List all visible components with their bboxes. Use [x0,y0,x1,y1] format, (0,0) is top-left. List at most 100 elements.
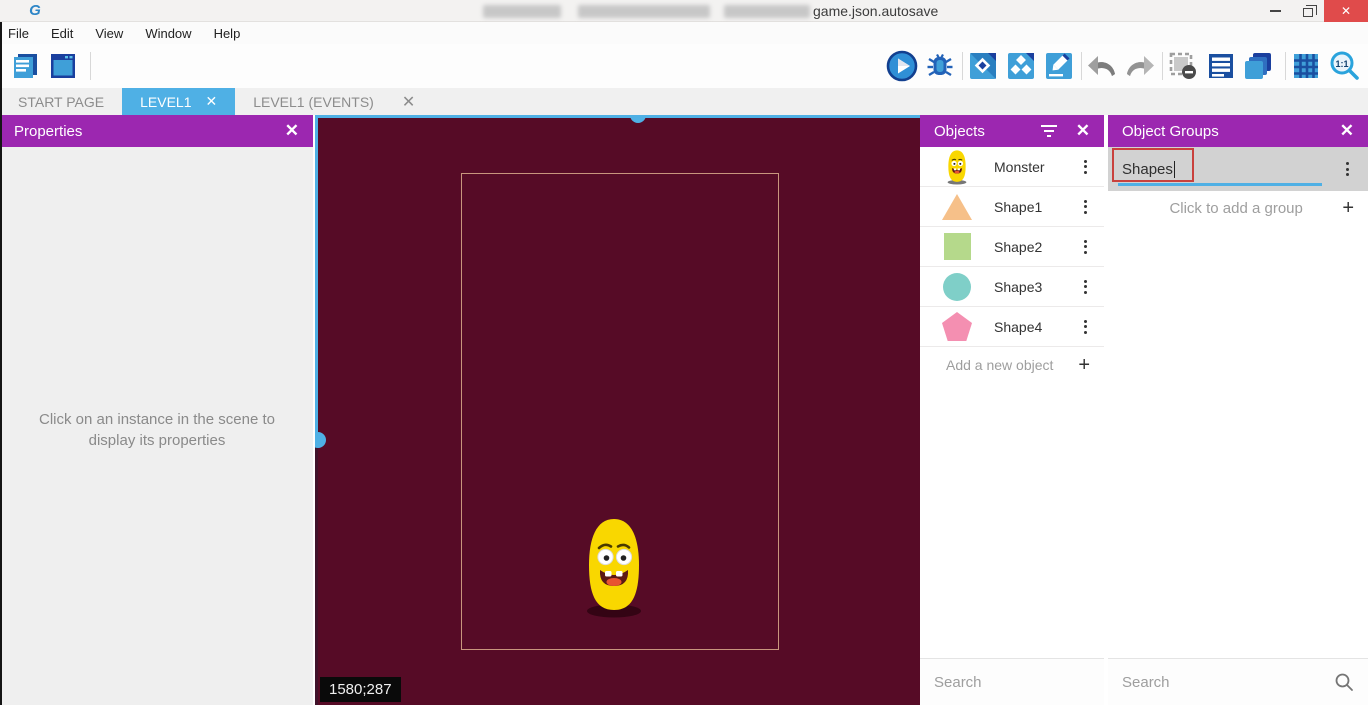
menu-edit[interactable]: Edit [40,22,84,44]
restore-button[interactable] [1292,0,1324,22]
pentagon-thumbnail-icon [942,310,972,344]
grid-icon[interactable] [1290,50,1322,82]
vertical-scrollbar[interactable] [315,115,318,440]
edit-object-groups-icon[interactable] [1005,50,1037,82]
toolbar-separator [1162,52,1163,80]
object-row-monster[interactable]: Monster [920,147,1104,187]
scene-canvas[interactable]: 1580;287 [315,115,920,705]
tab-level1-events-close-icon[interactable]: ✕ [392,88,425,115]
object-label: Shape4 [994,319,1078,335]
groups-search-bar [1108,658,1368,705]
tab-start-page-label: START PAGE [18,94,104,110]
add-group-hint: Click to add a group [1108,200,1342,217]
horizontal-scrollbar[interactable] [315,115,920,118]
objects-search-input[interactable] [934,674,1133,691]
group-name-edit-row: Shapes [1108,147,1368,191]
monster-instance[interactable] [581,515,647,619]
svg-text:1:1: 1:1 [1335,59,1348,69]
menu-window[interactable]: Window [134,22,202,44]
close-button[interactable]: ✕ [1324,0,1368,22]
minimize-icon [1270,10,1281,12]
objects-close-icon[interactable]: ✕ [1076,121,1090,141]
minimize-button[interactable] [1258,0,1292,22]
menu-bar: File Edit View Window Help [0,22,1368,44]
group-menu-icon[interactable] [1340,160,1354,179]
object-label: Shape2 [994,239,1078,255]
gdevelop-logo-icon: G [26,2,44,20]
add-group-row[interactable]: Click to add a group + [1108,191,1368,225]
object-menu-icon[interactable] [1078,277,1092,296]
object-row-shape4[interactable]: Shape4 [920,307,1104,347]
zoom-original-icon[interactable]: 1:1 [1328,50,1360,82]
object-row-shape1[interactable]: Shape1 [920,187,1104,227]
objects-search-bar [920,658,1104,705]
object-label: Monster [994,159,1078,175]
plus-icon[interactable]: + [1078,354,1090,377]
input-focus-underline [1118,183,1322,186]
redacted-title-segment [483,5,561,18]
project-manager-icon[interactable] [9,50,41,82]
play-icon[interactable] [886,50,918,82]
vertical-scrollbar-track[interactable] [315,440,318,705]
objects-panel: Objects ✕ Monster [920,115,1104,705]
properties-panel: Properties ✕ Click on an instance in the… [0,115,313,705]
objects-panel-header: Objects ✕ [920,115,1104,147]
object-menu-icon[interactable] [1078,317,1092,336]
object-menu-icon[interactable] [1078,157,1092,176]
properties-empty-hint: Click on an instance in the scene to dis… [16,409,298,451]
tab-level1-events-label: LEVEL1 (EVENTS) [253,94,374,110]
annotation-highlight-box [1112,148,1194,182]
main-content: Properties ✕ Click on an instance in the… [0,115,1368,705]
object-groups-close-icon[interactable]: ✕ [1340,121,1354,141]
object-label: Shape1 [994,199,1078,215]
undo-icon[interactable] [1086,50,1118,82]
edit-scene-properties-icon[interactable] [1043,50,1075,82]
properties-panel-title: Properties [14,123,82,140]
toolbar-separator [1285,52,1286,80]
circle-thumbnail-icon [942,270,972,304]
title-bar: G game.json.autosave ✕ [0,0,1368,22]
cursor-coordinates: 1580;287 [320,677,401,702]
redo-icon[interactable] [1124,50,1156,82]
plus-icon[interactable]: + [1342,197,1354,220]
object-groups-panel: Object Groups ✕ Shapes Click to add a gr… [1108,115,1368,705]
layers-icon[interactable] [1242,50,1274,82]
object-groups-panel-title: Object Groups [1122,123,1219,140]
groups-search-input[interactable] [1122,674,1334,691]
menu-help[interactable]: Help [203,22,252,44]
object-groups-panel-header: Object Groups ✕ [1108,115,1368,147]
horizontal-scrollbar-handle[interactable] [630,115,646,123]
redacted-title-segment [724,5,810,18]
toolbar-separator [1081,52,1082,80]
triangle-thumbnail-icon [942,190,972,224]
restore-icon [1303,8,1313,17]
start-page-icon[interactable] [47,50,79,82]
tab-level1[interactable]: LEVEL1 ✕ [122,88,235,115]
window-title: game.json.autosave [813,3,938,19]
object-row-shape3[interactable]: Shape3 [920,267,1104,307]
tab-start-page[interactable]: START PAGE [0,88,122,115]
instances-list-icon[interactable] [1205,50,1237,82]
menu-view[interactable]: View [84,22,134,44]
toolbar-separator [90,52,91,80]
search-icon [1334,672,1354,692]
properties-panel-header: Properties ✕ [0,115,313,147]
edit-objects-icon[interactable] [967,50,999,82]
properties-close-icon[interactable]: ✕ [285,121,299,141]
tab-level1-close-icon[interactable]: ✕ [205,93,217,110]
vertical-scrollbar-handle[interactable] [315,432,326,448]
object-menu-icon[interactable] [1078,197,1092,216]
object-row-shape2[interactable]: Shape2 [920,227,1104,267]
redacted-title-segment [578,5,710,18]
menu-file[interactable]: File [0,22,40,44]
tab-level1-events[interactable]: LEVEL1 (EVENTS) [235,88,392,115]
object-menu-icon[interactable] [1078,237,1092,256]
object-label: Shape3 [994,279,1078,295]
clear-selection-icon[interactable] [1167,50,1199,82]
add-object-label: Add a new object [946,357,1078,373]
tab-level1-label: LEVEL1 [140,94,191,110]
toolbar-separator [962,52,963,80]
debug-icon[interactable] [924,50,956,82]
filter-icon[interactable] [1040,125,1058,137]
add-object-row[interactable]: Add a new object + [920,347,1104,383]
